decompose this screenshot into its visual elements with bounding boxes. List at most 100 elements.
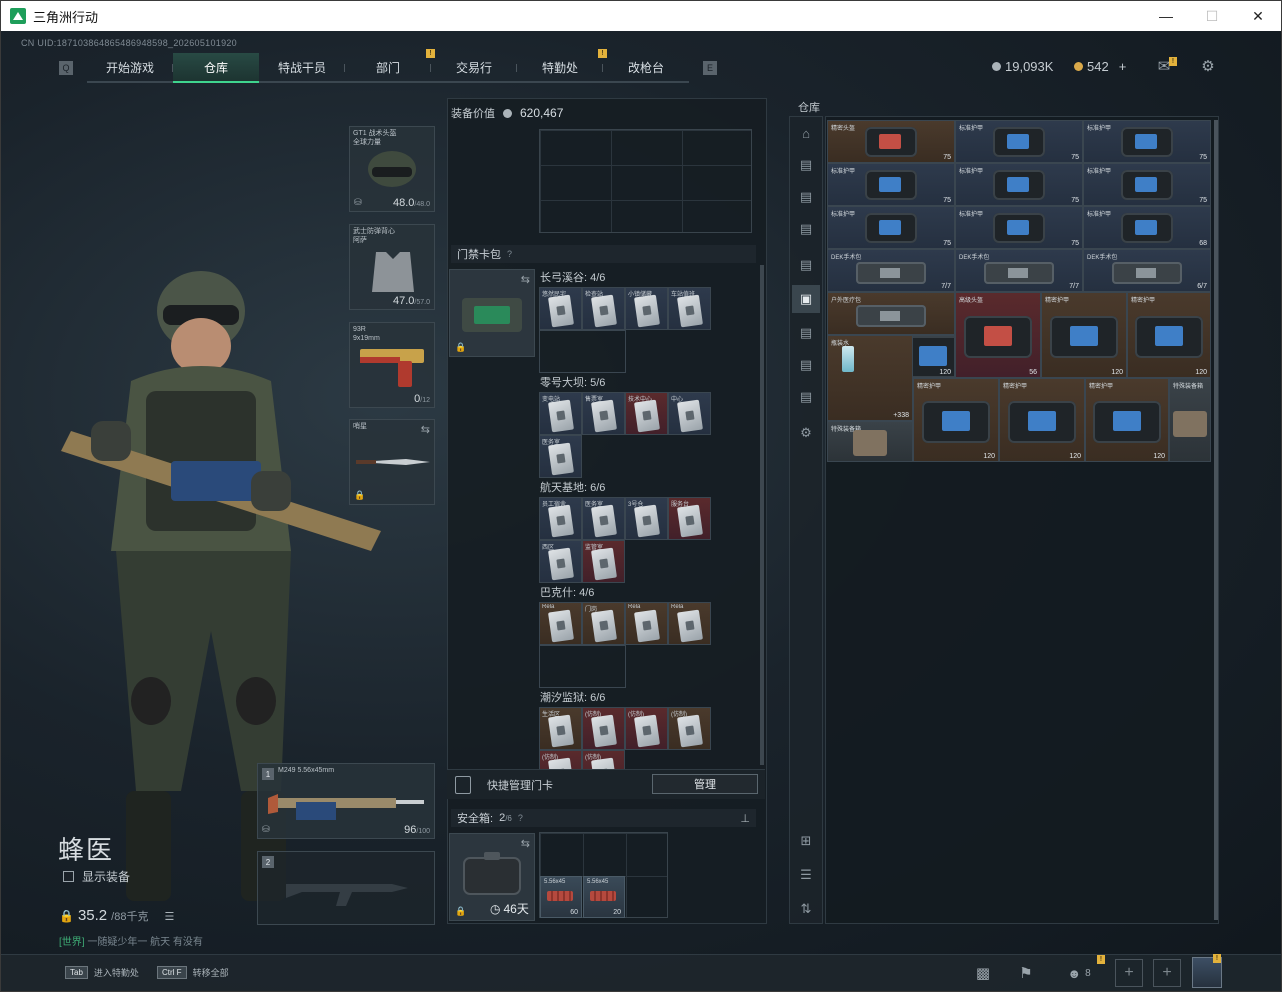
- close-icon[interactable]: ✕: [1235, 1, 1281, 31]
- warehouse-item[interactable]: 标准护甲 75: [955, 120, 1083, 163]
- warehouse-tab-1-icon[interactable]: ▤: [792, 151, 820, 179]
- layers-icon[interactable]: ☰: [792, 861, 820, 889]
- help-icon[interactable]: ?: [518, 813, 523, 823]
- warehouse-item[interactable]: 精密护甲120: [1127, 292, 1211, 378]
- sort-icon[interactable]: ⊞: [792, 827, 820, 855]
- warehouse-tab-8-icon[interactable]: ▤: [792, 383, 820, 411]
- keycard-item[interactable]: 生活区: [539, 707, 582, 750]
- maximize-icon[interactable]: ☐: [1189, 1, 1235, 31]
- keycard-scrollbar[interactable]: [760, 265, 764, 765]
- tab-start-game[interactable]: 开始游戏: [87, 53, 173, 83]
- empty-card-slot[interactable]: [539, 645, 626, 688]
- add-coupon-button[interactable]: +: [1119, 59, 1127, 74]
- keycard-item[interactable]: Rela: [539, 602, 582, 645]
- keycard-item[interactable]: 医务室: [582, 497, 625, 540]
- stats-chart-icon[interactable]: ▩: [968, 959, 998, 987]
- keycard-item[interactable]: 西区: [539, 540, 582, 583]
- keycard-item[interactable]: 检查站: [582, 287, 625, 330]
- warehouse-settings-icon[interactable]: ⚙: [792, 419, 820, 447]
- melee-slot[interactable]: 哨星 ⇆ 🔒: [349, 419, 435, 505]
- nav-next-key[interactable]: E: [703, 61, 717, 75]
- keycard-item[interactable]: 悠然民宅: [539, 287, 582, 330]
- keycard-item[interactable]: (仿制): [625, 707, 668, 750]
- keycard-item[interactable]: Rela: [625, 602, 668, 645]
- swap-icon[interactable]: ⇆: [421, 423, 430, 436]
- warehouse-item[interactable]: 精密护甲120: [1041, 292, 1127, 378]
- warehouse-tab-6-icon[interactable]: ▤: [792, 319, 820, 347]
- warehouse-tab-7-icon[interactable]: ▤: [792, 351, 820, 379]
- warehouse-item[interactable]: 高级头盔 56: [955, 292, 1041, 378]
- keycard-item[interactable]: 医务室: [539, 435, 582, 478]
- armor-slot[interactable]: 武士防弹背心 阿萨 47.0/57.0: [349, 224, 435, 310]
- warehouse-item[interactable]: 精密护甲120: [911, 335, 955, 378]
- show-equipment-checkbox[interactable]: [63, 871, 74, 882]
- keycard-item[interactable]: (仿制): [582, 707, 625, 750]
- friends-icon[interactable]: ☻ 8: [1059, 959, 1099, 987]
- helmet-slot[interactable]: GT1 战术头盔 全球力量 ⛁ 48.0/48.0: [349, 126, 435, 212]
- transfer-icon[interactable]: ⇅: [792, 895, 820, 923]
- keycard-item[interactable]: 变电站: [539, 392, 582, 435]
- invite-slot-1-button[interactable]: +: [1115, 959, 1143, 987]
- keycard-item[interactable]: 售票室: [582, 392, 625, 435]
- safe-box-item[interactable]: ⇆ 🔒 ◷ 46天: [449, 833, 535, 921]
- warehouse-item[interactable]: 精密护甲120: [913, 378, 999, 462]
- keycard-item[interactable]: Rela: [668, 602, 711, 645]
- pin-icon[interactable]: ⊥: [740, 812, 750, 825]
- weight-details-icon[interactable]: ☰: [164, 910, 174, 923]
- warehouse-item[interactable]: 精密护甲120: [999, 378, 1085, 462]
- keycard-item[interactable]: 服务台: [668, 497, 711, 540]
- warehouse-item[interactable]: 精密头盔 75: [827, 120, 955, 163]
- warehouse-item[interactable]: 标准护甲 75: [955, 163, 1083, 206]
- tab-department[interactable]: 部门!: [345, 49, 435, 83]
- warehouse-item[interactable]: DEK手术包 7/7: [955, 249, 1083, 292]
- manage-button[interactable]: 管理: [652, 774, 758, 794]
- minimize-icon[interactable]: —: [1143, 1, 1189, 31]
- swap-icon[interactable]: ⇆: [521, 273, 530, 286]
- warehouse-scrollbar[interactable]: [1214, 120, 1218, 920]
- keycard-item[interactable]: 监管室: [582, 540, 625, 583]
- keycard-item[interactable]: 技术中心: [625, 392, 668, 435]
- warehouse-item[interactable]: 瓶装水 +338: [827, 335, 913, 421]
- keycard-case-item[interactable]: ⇆ 🔒: [449, 269, 535, 357]
- invite-slot-2-button[interactable]: +: [1153, 959, 1181, 987]
- warehouse-item[interactable]: 标准护甲 75: [955, 206, 1083, 249]
- ammo-item[interactable]: 5.56x45 60: [540, 876, 582, 918]
- warehouse-item[interactable]: DEK手术包 7/7: [827, 249, 955, 292]
- tab-warehouse[interactable]: 仓库: [173, 53, 259, 83]
- warehouse-item[interactable]: DEK手术包 6/7: [1083, 249, 1211, 292]
- warehouse-tab-all-icon[interactable]: ⌂: [792, 119, 820, 147]
- keycard-item[interactable]: 3号仓: [625, 497, 668, 540]
- warehouse-item[interactable]: 标准护甲 75: [827, 206, 955, 249]
- warehouse-item[interactable]: 标准护甲 75: [1083, 163, 1211, 206]
- swap-icon[interactable]: ⇆: [521, 837, 530, 850]
- help-icon[interactable]: ?: [507, 249, 512, 259]
- settings-gear-icon[interactable]: ⚙: [1199, 57, 1217, 75]
- warehouse-tab-3-icon[interactable]: ▤: [792, 215, 820, 243]
- show-equipment-toggle[interactable]: 显示装备: [63, 868, 130, 885]
- warehouse-item[interactable]: 精密护甲120: [1085, 378, 1169, 462]
- empty-card-slot[interactable]: [539, 330, 626, 373]
- pistol-slot[interactable]: 93R 9x19mm 0/12: [349, 322, 435, 408]
- secondary-weapon-slot[interactable]: 2: [257, 851, 435, 925]
- warehouse-item[interactable]: 户外医疗包: [827, 292, 955, 335]
- hotkey-special-ops[interactable]: Tab 进入特勤处: [65, 966, 139, 979]
- tab-special-ops[interactable]: 特勤处!: [517, 49, 607, 83]
- warehouse-tab-2-icon[interactable]: ▤: [792, 183, 820, 211]
- warehouse-tab-4-icon[interactable]: ▤: [792, 251, 820, 279]
- tab-trading[interactable]: 交易行: [431, 53, 517, 83]
- warehouse-item[interactable]: 标准护甲 75: [827, 163, 955, 206]
- keycard-item[interactable]: (仿制): [668, 707, 711, 750]
- world-chat-line[interactable]: [世界] 一随疑少年一 航天 有没有: [59, 933, 203, 948]
- ammo-item[interactable]: 5.56x45 20: [583, 876, 625, 918]
- warehouse-item[interactable]: 特殊装备箱: [1169, 378, 1211, 462]
- keycard-item[interactable]: 车站值班: [668, 287, 711, 330]
- tab-operators[interactable]: 特战干员: [259, 53, 345, 83]
- warehouse-tab-5-icon[interactable]: ▣: [792, 285, 820, 313]
- flag-icon[interactable]: ⚑: [1011, 959, 1041, 987]
- coupon-currency[interactable]: 542 +: [1074, 59, 1126, 74]
- warehouse-item[interactable]: 特殊装备箱: [827, 421, 913, 462]
- backpack-grid[interactable]: [539, 129, 752, 233]
- keycard-item[interactable]: 中心: [668, 392, 711, 435]
- tab-gunsmith[interactable]: 改枪台: [603, 53, 689, 83]
- keycard-item[interactable]: 门岗: [582, 602, 625, 645]
